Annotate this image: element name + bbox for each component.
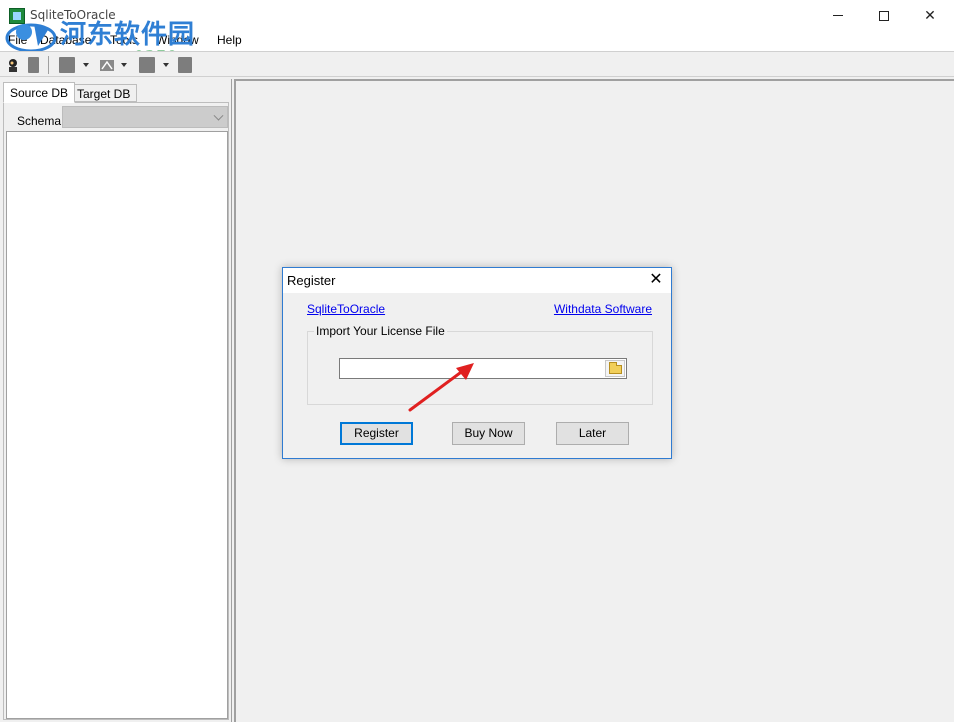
export-icon[interactable] — [139, 57, 155, 73]
dialog-title: Register — [287, 273, 336, 288]
app-link[interactable]: SqliteToOracle — [307, 302, 385, 316]
run-icon[interactable] — [178, 57, 192, 73]
vendor-link[interactable]: Withdata Software — [554, 302, 652, 316]
register-dialog: Register ✕ SqliteToOracle Withdata Softw… — [282, 267, 672, 459]
dialog-title-bar: Register ✕ — [283, 268, 671, 293]
close-icon: ✕ — [649, 271, 663, 288]
title-bar: SqliteToOracle ✕ — [0, 0, 954, 31]
maximize-button[interactable] — [861, 0, 907, 31]
disconnect-icon[interactable] — [28, 57, 39, 73]
minimize-button[interactable] — [815, 0, 861, 31]
close-button[interactable]: ✕ — [907, 0, 953, 31]
buy-now-button[interactable]: Buy Now — [452, 422, 525, 445]
license-group-label: Import Your License File — [314, 324, 447, 338]
menu-tools[interactable]: Tools — [110, 33, 138, 47]
register-button[interactable]: Register — [340, 422, 413, 445]
export-dropdown-icon[interactable] — [163, 63, 169, 67]
dialog-close-button[interactable]: ✕ — [641, 268, 671, 293]
schema-select[interactable] — [62, 106, 228, 128]
license-groupbox: Import Your License File — [307, 324, 653, 405]
folder-icon — [609, 362, 622, 374]
chevron-down-icon — [213, 110, 224, 121]
tab-content: Schema — [3, 102, 229, 720]
object-tree[interactable] — [6, 131, 228, 719]
menu-window[interactable]: Window — [156, 33, 199, 47]
import-dropdown-icon[interactable] — [83, 63, 89, 67]
menu-database[interactable]: Database — [40, 33, 91, 47]
later-button[interactable]: Later — [556, 422, 629, 445]
maximize-icon — [879, 10, 889, 21]
toolbar-separator — [48, 56, 49, 74]
tab-target-db[interactable]: Target DB — [70, 84, 138, 102]
schema-label: Schema — [17, 114, 62, 128]
connect-icon[interactable] — [5, 57, 21, 73]
wizard-icon[interactable] — [99, 57, 115, 73]
import-icon[interactable] — [59, 57, 75, 73]
menu-file[interactable]: File — [8, 33, 27, 47]
menu-bar: File Database Tools Window Help — [0, 31, 954, 51]
tab-source-db[interactable]: Source DB — [3, 82, 76, 103]
left-panel: Source DB Target DB Schema — [0, 79, 232, 722]
app-icon — [9, 8, 25, 24]
close-icon: ✕ — [924, 7, 936, 24]
window-title: SqliteToOracle — [30, 8, 116, 22]
toolbar — [0, 51, 954, 77]
browse-button[interactable] — [605, 360, 625, 377]
license-file-input[interactable] — [339, 358, 627, 379]
minimize-icon — [833, 15, 843, 16]
menu-help[interactable]: Help — [217, 33, 242, 47]
wizard-dropdown-icon[interactable] — [121, 63, 127, 67]
